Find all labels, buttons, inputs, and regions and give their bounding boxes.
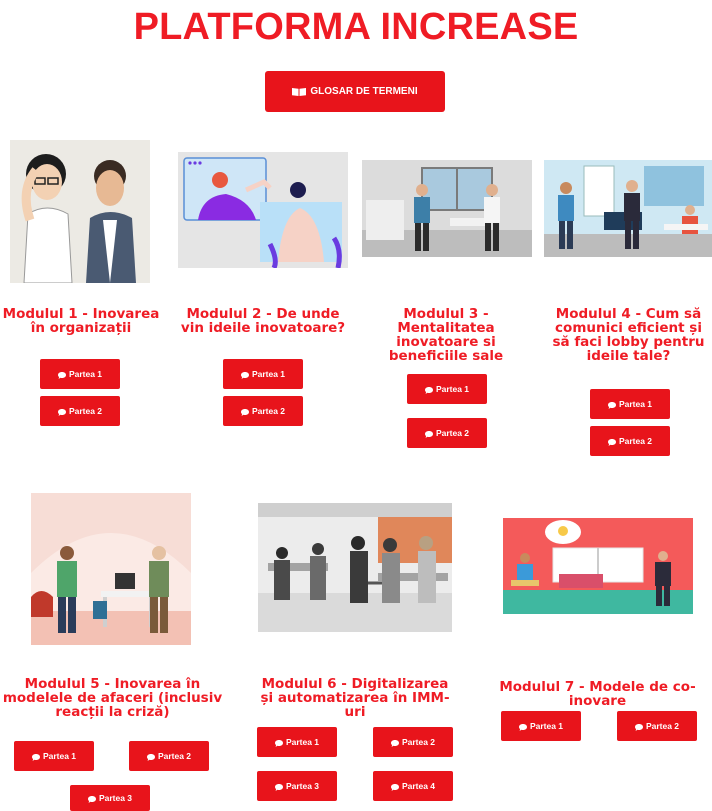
chat-bubble-icon xyxy=(274,783,283,791)
chat-bubble-icon xyxy=(57,408,66,416)
page-title: PLATFORMA INCREASE xyxy=(133,6,579,48)
part-label: Partea 2 xyxy=(157,751,192,761)
chat-bubble-icon xyxy=(240,371,249,379)
part-label: Partea 1 xyxy=(529,721,564,731)
chat-bubble-icon xyxy=(607,438,616,446)
module-7-title: Modulul 7 - Modele de co-inovare xyxy=(499,679,696,709)
module-5-part-3-button[interactable]: Partea 3 xyxy=(70,785,150,811)
part-label: Partea 1 xyxy=(42,751,77,761)
module-4-title: Modulul 4 - Cum să comunici eficient și … xyxy=(552,306,705,364)
chat-bubble-icon xyxy=(424,430,433,438)
module-1-title: Modulul 1 - Inovarea în organizații xyxy=(2,306,160,336)
module-4-part-1-button[interactable]: Partea 1 xyxy=(590,389,670,419)
part-label: Partea 2 xyxy=(68,406,103,416)
module-2-part-2-button[interactable]: Partea 2 xyxy=(223,396,303,426)
module-6-part-3-button[interactable]: Partea 3 xyxy=(257,771,337,801)
glossary-button[interactable]: GLOSAR DE TERMENI xyxy=(265,71,445,112)
module-7-part-2-button[interactable]: Partea 2 xyxy=(617,711,697,741)
module-2-title: Modulul 2 - De unde vin ideile inovatoar… xyxy=(180,306,346,336)
glossary-label: GLOSAR DE TERMENI xyxy=(310,86,418,97)
module-3-illustration xyxy=(362,160,532,257)
module-6-part-4-button[interactable]: Partea 4 xyxy=(373,771,453,801)
part-label: Partea 1 xyxy=(618,399,653,409)
module-6-illustration xyxy=(258,503,452,632)
module-6-title: Modulul 6 - Digitalizarea și automatizar… xyxy=(260,676,450,720)
part-label: Partea 1 xyxy=(68,369,103,379)
chat-bubble-icon xyxy=(87,795,96,803)
part-label: Partea 3 xyxy=(285,781,320,791)
chat-bubble-icon xyxy=(390,739,399,747)
module-5-illustration xyxy=(31,493,191,645)
chat-bubble-icon xyxy=(518,723,527,731)
chat-bubble-icon xyxy=(146,753,155,761)
module-1-part-1-button[interactable]: Partea 1 xyxy=(40,359,120,389)
module-5-title: Modulul 5 - Inovarea în modelele de afac… xyxy=(2,676,223,720)
part-label: Partea 4 xyxy=(401,781,436,791)
part-label: Partea 1 xyxy=(251,369,286,379)
book-icon xyxy=(292,87,307,96)
chat-bubble-icon xyxy=(31,753,40,761)
chat-bubble-icon xyxy=(57,371,66,379)
part-label: Partea 2 xyxy=(435,428,470,438)
chat-bubble-icon xyxy=(390,783,399,791)
module-7-illustration xyxy=(503,518,693,614)
part-label: Partea 2 xyxy=(401,737,436,747)
part-label: Partea 1 xyxy=(285,737,320,747)
module-5-part-1-button[interactable]: Partea 1 xyxy=(14,741,94,771)
module-4-illustration xyxy=(544,160,712,257)
module-3-title: Modulul 3 - Mentalitatea inovatoare si b… xyxy=(388,306,504,364)
module-4-part-2-button[interactable]: Partea 2 xyxy=(590,426,670,456)
chat-bubble-icon xyxy=(424,386,433,394)
chat-bubble-icon xyxy=(607,401,616,409)
module-2-illustration xyxy=(178,152,348,268)
part-label: Partea 2 xyxy=(645,721,680,731)
chat-bubble-icon xyxy=(634,723,643,731)
module-5-part-2-button[interactable]: Partea 2 xyxy=(129,741,209,771)
module-7-part-1-button[interactable]: Partea 1 xyxy=(501,711,581,741)
part-label: Partea 2 xyxy=(251,406,286,416)
part-label: Partea 3 xyxy=(98,793,133,803)
chat-bubble-icon xyxy=(274,739,283,747)
module-2-part-1-button[interactable]: Partea 1 xyxy=(223,359,303,389)
module-3-part-1-button[interactable]: Partea 1 xyxy=(407,374,487,404)
module-6-part-1-button[interactable]: Partea 1 xyxy=(257,727,337,757)
module-6-part-2-button[interactable]: Partea 2 xyxy=(373,727,453,757)
chat-bubble-icon xyxy=(240,408,249,416)
module-1-illustration xyxy=(10,140,150,283)
part-label: Partea 1 xyxy=(435,384,470,394)
module-1-part-2-button[interactable]: Partea 2 xyxy=(40,396,120,426)
module-3-part-2-button[interactable]: Partea 2 xyxy=(407,418,487,448)
part-label: Partea 2 xyxy=(618,436,653,446)
